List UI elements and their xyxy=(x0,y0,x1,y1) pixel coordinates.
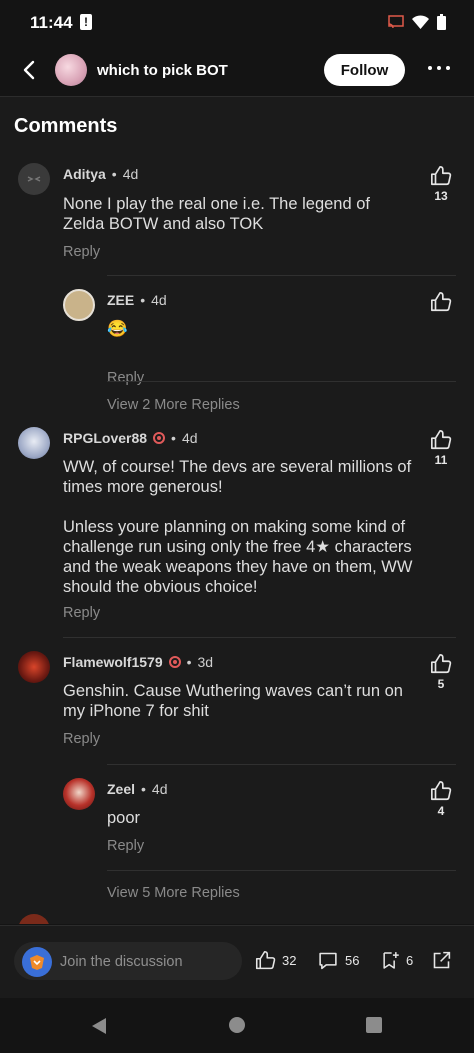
comment-text: None I play the real one i.e. The legend… xyxy=(63,195,370,233)
separator-dot: • xyxy=(171,430,176,446)
comment-text: poor xyxy=(107,809,141,827)
bot-name[interactable]: which to pick BOT xyxy=(97,62,228,79)
bottom-action-bar: Join the discussion 32 56 6 xyxy=(0,925,474,998)
like-count: 4 xyxy=(437,804,445,818)
join-discussion-placeholder[interactable]: Join the discussion xyxy=(60,954,183,970)
share-icon xyxy=(433,951,451,969)
avatar[interactable] xyxy=(63,778,95,810)
avatar[interactable] xyxy=(18,163,50,195)
reply-button[interactable]: Reply xyxy=(63,605,100,621)
timestamp: 4d xyxy=(181,430,198,446)
view-more-replies[interactable]: View 5 More Replies xyxy=(107,885,240,901)
status-icons xyxy=(388,14,446,30)
alert-icon: ! xyxy=(80,14,92,30)
avatar[interactable] xyxy=(18,914,50,924)
thumb-up-icon xyxy=(255,950,276,970)
post-like-count: 32 xyxy=(282,953,297,968)
like-button[interactable]: 11 xyxy=(429,429,453,467)
nav-recents-icon[interactable] xyxy=(366,1017,382,1033)
divider xyxy=(107,381,456,382)
like-count: 13 xyxy=(434,189,448,203)
like-button[interactable]: 5 xyxy=(429,653,453,691)
comment-meta: Flamewolf1579 • 3d xyxy=(63,654,213,670)
avatar[interactable] xyxy=(18,651,50,683)
thumb-up-icon xyxy=(431,781,452,801)
bookmark-add-icon xyxy=(383,952,399,969)
cast-icon xyxy=(388,15,404,29)
reply-button[interactable]: Reply xyxy=(63,731,100,747)
save-button[interactable]: 6 xyxy=(380,950,413,971)
comment-meta: Zeel • 4d xyxy=(107,781,168,797)
avatar[interactable] xyxy=(63,289,95,321)
separator-dot: • xyxy=(186,654,192,670)
timestamp: 4d xyxy=(151,781,168,797)
more-icon[interactable] xyxy=(428,66,450,70)
nav-back-icon[interactable] xyxy=(91,1017,107,1035)
top-bar: which to pick BOT Follow xyxy=(0,46,474,97)
view-more-replies[interactable]: View 2 More Replies xyxy=(107,397,240,413)
post-comment-count: 56 xyxy=(345,953,360,968)
divider xyxy=(107,275,456,276)
comment-feed[interactable]: Aditya • 4d None I play the real one i.e… xyxy=(0,149,474,924)
wifi-icon xyxy=(412,15,429,29)
username[interactable]: Flamewolf1579 xyxy=(63,654,163,670)
separator-dot: • xyxy=(140,292,146,308)
thumb-up-icon xyxy=(431,654,452,674)
comment-count-button[interactable]: 56 xyxy=(317,950,359,971)
like-count: 11 xyxy=(434,453,448,467)
system-nav-bar xyxy=(0,998,474,1053)
reply-button[interactable]: Reply xyxy=(107,838,144,854)
username[interactable]: Aditya xyxy=(63,166,106,182)
like-count: 5 xyxy=(437,677,445,691)
timestamp: 4d xyxy=(151,292,167,308)
username[interactable]: ZEE xyxy=(107,292,134,308)
timestamp: 4d xyxy=(122,166,139,182)
like-button[interactable] xyxy=(429,291,453,313)
thumb-up-icon xyxy=(431,292,452,312)
like-button[interactable]: 4 xyxy=(429,780,453,818)
username[interactable]: Zeel xyxy=(107,781,135,797)
my-avatar xyxy=(22,947,52,977)
follow-button[interactable]: Follow xyxy=(324,54,405,86)
like-post-button[interactable]: 32 xyxy=(255,950,296,971)
share-button[interactable] xyxy=(431,950,452,971)
username[interactable]: RPGLover88 xyxy=(63,430,147,446)
status-bar: 11:44 ! xyxy=(0,0,474,46)
comment-text: WW, of course! The devs are several mill… xyxy=(63,458,413,596)
reply-button[interactable]: Reply xyxy=(107,370,144,386)
avatar[interactable] xyxy=(18,427,50,459)
reply-button[interactable]: Reply xyxy=(63,244,100,260)
divider xyxy=(107,870,456,871)
comments-title: Comments xyxy=(14,115,118,137)
bot-avatar[interactable] xyxy=(55,54,87,86)
post-save-count: 6 xyxy=(406,953,414,968)
thumb-up-icon xyxy=(431,166,452,186)
divider xyxy=(63,637,456,638)
comment-meta: RPGLover88 • 4d xyxy=(63,430,198,446)
thumb-up-icon xyxy=(431,430,452,450)
badge-icon xyxy=(168,656,181,668)
comment-text: 😂 xyxy=(107,320,128,338)
battery-icon xyxy=(437,14,446,30)
timestamp: 3d xyxy=(197,654,214,670)
separator-dot: • xyxy=(111,166,117,182)
status-time: 11:44 xyxy=(30,13,73,32)
comment-meta: Aditya • 4d xyxy=(63,166,138,182)
comment-icon xyxy=(319,952,337,970)
comments-header: Comments xyxy=(0,97,474,149)
comment-text: Genshin. Cause Wuthering waves can’t run… xyxy=(63,682,403,720)
like-button[interactable]: 13 xyxy=(429,165,453,203)
comment-meta: ZEE • 4d xyxy=(107,292,167,308)
badge-icon xyxy=(153,432,166,444)
separator-dot: • xyxy=(141,781,146,797)
nav-home-icon[interactable] xyxy=(229,1017,245,1033)
divider xyxy=(107,764,456,765)
back-icon[interactable] xyxy=(18,58,42,82)
